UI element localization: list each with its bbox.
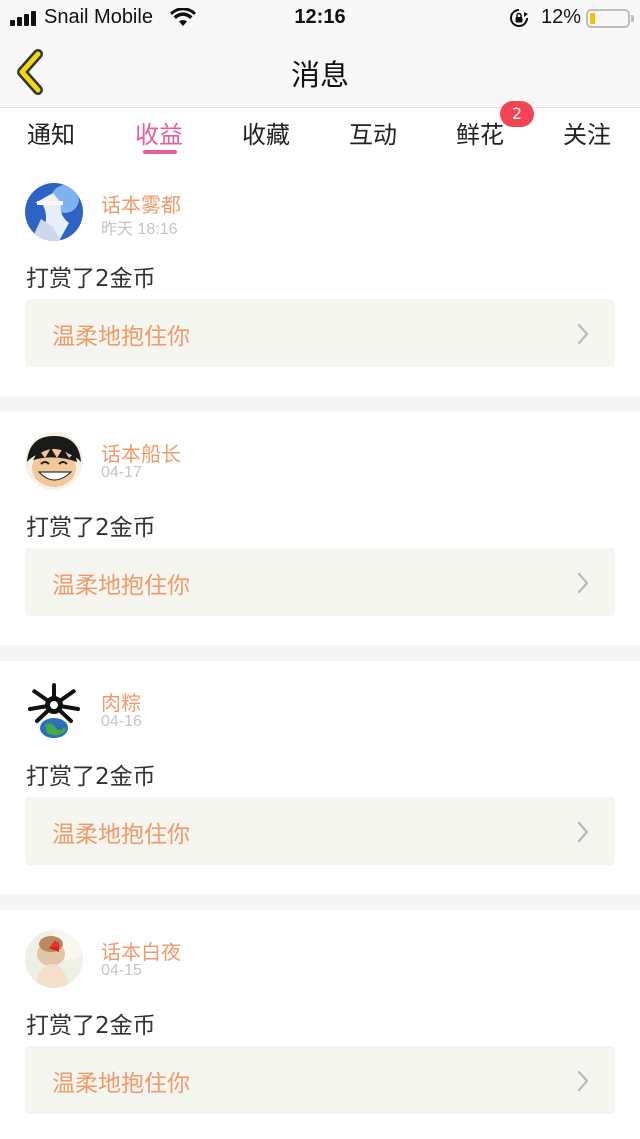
avatar[interactable] <box>25 930 83 988</box>
list-item: 话本雾都 昨天 18:16 打赏了2金币 温柔地抱住你 <box>0 165 640 397</box>
battery-icon <box>586 9 634 28</box>
work-link[interactable]: 温柔地抱住你 <box>25 1046 615 1114</box>
user-name[interactable]: 话本白夜 <box>101 936 181 965</box>
chevron-right-icon <box>577 323 589 345</box>
timestamp: 04-17 <box>101 464 142 481</box>
reward-message: 打赏了2金币 <box>26 515 156 541</box>
avatar[interactable] <box>25 432 83 490</box>
tab-favorites[interactable]: 收藏 <box>226 115 306 150</box>
timestamp: 04-15 <box>101 962 142 979</box>
work-link[interactable]: 温柔地抱住你 <box>25 299 615 367</box>
divider <box>0 396 640 412</box>
status-bar: Snail Mobile 12:16 12% <box>0 0 640 36</box>
battery-percent: 12% <box>541 6 582 28</box>
chevron-right-icon <box>577 572 589 594</box>
user-name[interactable]: 肉粽 <box>101 687 141 716</box>
divider <box>0 894 640 910</box>
timestamp: 04-16 <box>101 713 142 730</box>
flowers-badge: 2 <box>500 101 534 127</box>
list-item: 肉粽 04-16 打赏了2金币 温柔地抱住你 <box>0 663 640 895</box>
chevron-right-icon <box>577 821 589 843</box>
work-title: 温柔地抱住你 <box>52 1071 190 1097</box>
nav-bar: 消息 <box>0 36 640 108</box>
list-item: 话本白夜 04-15 打赏了2金币 温柔地抱住你 <box>0 912 640 1139</box>
work-link[interactable]: 温柔地抱住你 <box>25 797 615 865</box>
work-title: 温柔地抱住你 <box>52 324 190 350</box>
reward-message: 打赏了2金币 <box>26 1013 156 1039</box>
tab-following[interactable]: 关注 <box>547 115 627 150</box>
active-tab-indicator <box>143 150 177 154</box>
page-title: 消息 <box>290 58 349 92</box>
tab-notifications[interactable]: 通知 <box>11 115 91 150</box>
tab-interactions[interactable]: 互动 <box>333 115 413 150</box>
user-name[interactable]: 话本船长 <box>101 438 181 467</box>
work-title: 温柔地抱住你 <box>52 573 190 599</box>
tab-bar: 通知 收益 收藏 互动 鲜花 关注 <box>0 109 640 165</box>
rotation-lock-icon <box>510 9 528 27</box>
user-name[interactable]: 话本雾都 <box>101 189 181 218</box>
divider <box>0 645 640 661</box>
work-link[interactable]: 温柔地抱住你 <box>25 548 615 616</box>
list-item: 话本船长 04-17 打赏了2金币 温柔地抱住你 <box>0 414 640 646</box>
work-title: 温柔地抱住你 <box>52 822 190 848</box>
reward-message: 打赏了2金币 <box>26 764 156 790</box>
chevron-right-icon <box>577 1070 589 1092</box>
reward-message: 打赏了2金币 <box>26 266 156 292</box>
avatar[interactable] <box>25 681 83 739</box>
page: Snail Mobile 12:16 12% 消息 通知 收益 收藏 互动 鲜花… <box>0 0 640 1139</box>
tab-earnings[interactable]: 收益 <box>119 115 199 150</box>
avatar[interactable] <box>25 183 83 241</box>
timestamp: 昨天 18:16 <box>101 221 178 238</box>
